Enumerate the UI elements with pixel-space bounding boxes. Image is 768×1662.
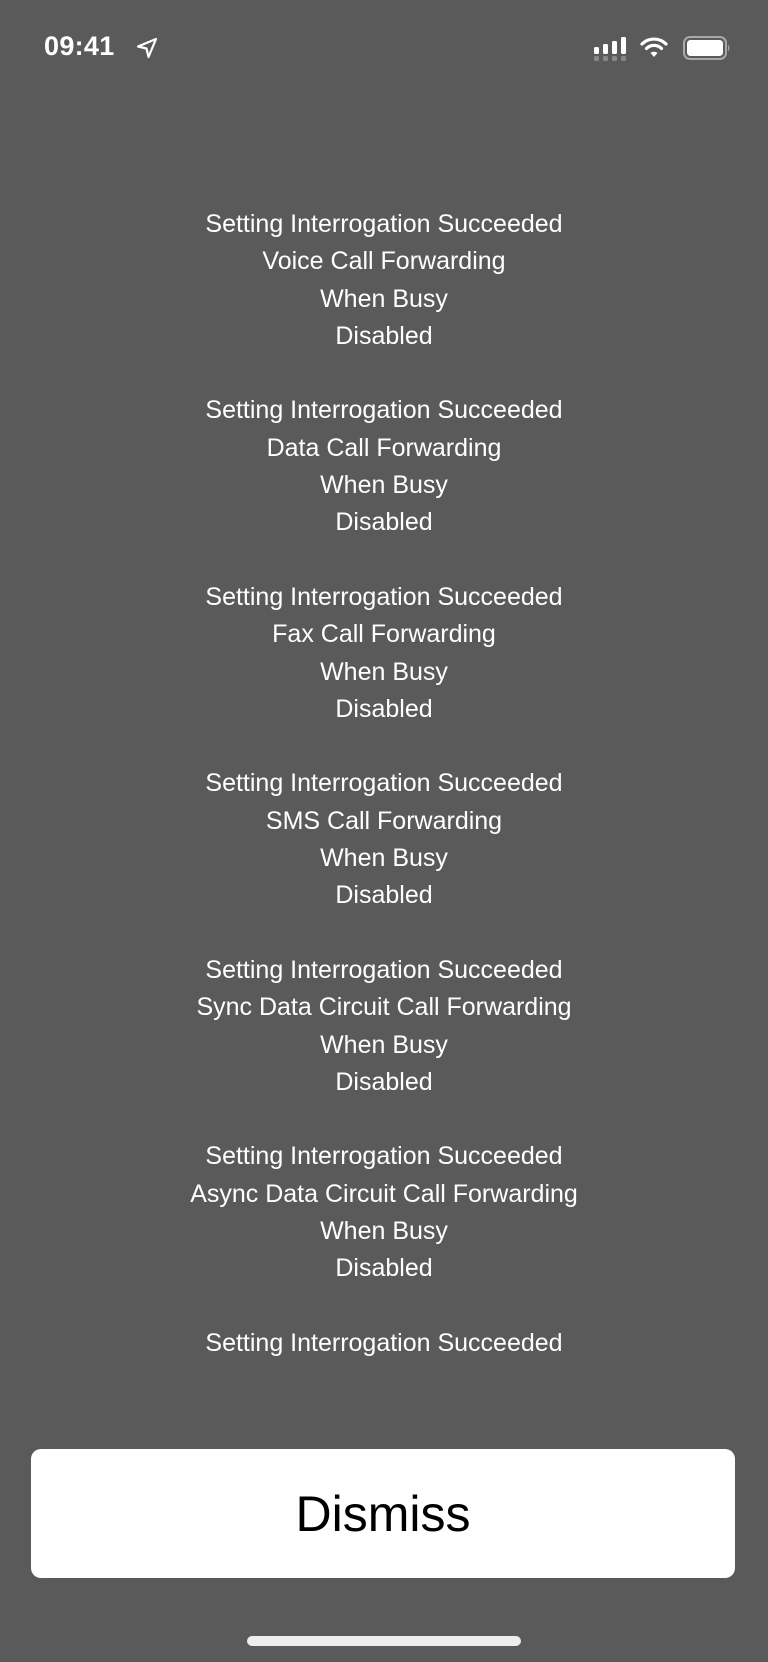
- result-status: Setting Interrogation Succeeded: [205, 769, 563, 798]
- battery-icon: [683, 36, 730, 60]
- result-status: Setting Interrogation Succeeded: [205, 1328, 563, 1357]
- dismiss-button[interactable]: Dismiss: [31, 1449, 735, 1578]
- result-condition: When Busy: [320, 1030, 448, 1059]
- result-service: Fax Call Forwarding: [272, 620, 496, 649]
- result-state: Disabled: [335, 1067, 433, 1096]
- result-status: Setting Interrogation Succeeded: [205, 396, 563, 425]
- result-block-sms: Setting Interrogation Succeeded SMS Call…: [0, 765, 768, 914]
- cellular-signal-icon: [594, 37, 626, 61]
- location-arrow-icon: [136, 37, 158, 59]
- result-condition: When Busy: [320, 844, 448, 873]
- home-indicator[interactable]: [247, 1636, 521, 1646]
- result-condition: When Busy: [320, 284, 448, 313]
- status-time: 09:41: [44, 31, 115, 61]
- result-condition: When Busy: [320, 657, 448, 686]
- result-condition: When Busy: [320, 471, 448, 500]
- result-status: Setting Interrogation Succeeded: [205, 1142, 563, 1171]
- result-state: Disabled: [335, 694, 433, 723]
- wifi-icon: [640, 37, 668, 57]
- result-state: Disabled: [335, 881, 433, 910]
- result-state: Disabled: [335, 321, 433, 350]
- result-state: Disabled: [335, 1254, 433, 1283]
- result-service: Data Call Forwarding: [266, 433, 502, 462]
- result-status: Setting Interrogation Succeeded: [205, 582, 563, 611]
- result-block-data: Setting Interrogation Succeeded Data Cal…: [0, 392, 768, 541]
- result-block-async-data-circuit: Setting Interrogation Succeeded Async Da…: [0, 1138, 768, 1287]
- result-condition: When Busy: [320, 1217, 448, 1246]
- result-status: Setting Interrogation Succeeded: [205, 210, 563, 238]
- result-block-fax: Setting Interrogation Succeeded Fax Call…: [0, 579, 768, 728]
- result-state: Disabled: [335, 508, 433, 537]
- result-block-partial: Setting Interrogation Succeeded: [0, 1325, 768, 1362]
- result-block-voice: Setting Interrogation Succeeded Voice Ca…: [0, 206, 768, 355]
- result-block-sync-data-circuit: Setting Interrogation Succeeded Sync Dat…: [0, 952, 768, 1101]
- result-service: SMS Call Forwarding: [265, 806, 503, 835]
- status-bar: 09:41: [0, 0, 768, 100]
- interrogation-result-message: Setting Interrogation Succeeded Voice Ca…: [0, 206, 768, 1400]
- result-status: Setting Interrogation Succeeded: [205, 955, 563, 984]
- result-service: Voice Call Forwarding: [262, 247, 506, 276]
- result-service: Sync Data Circuit Call Forwarding: [196, 993, 572, 1022]
- result-service: Async Data Circuit Call Forwarding: [190, 1179, 578, 1208]
